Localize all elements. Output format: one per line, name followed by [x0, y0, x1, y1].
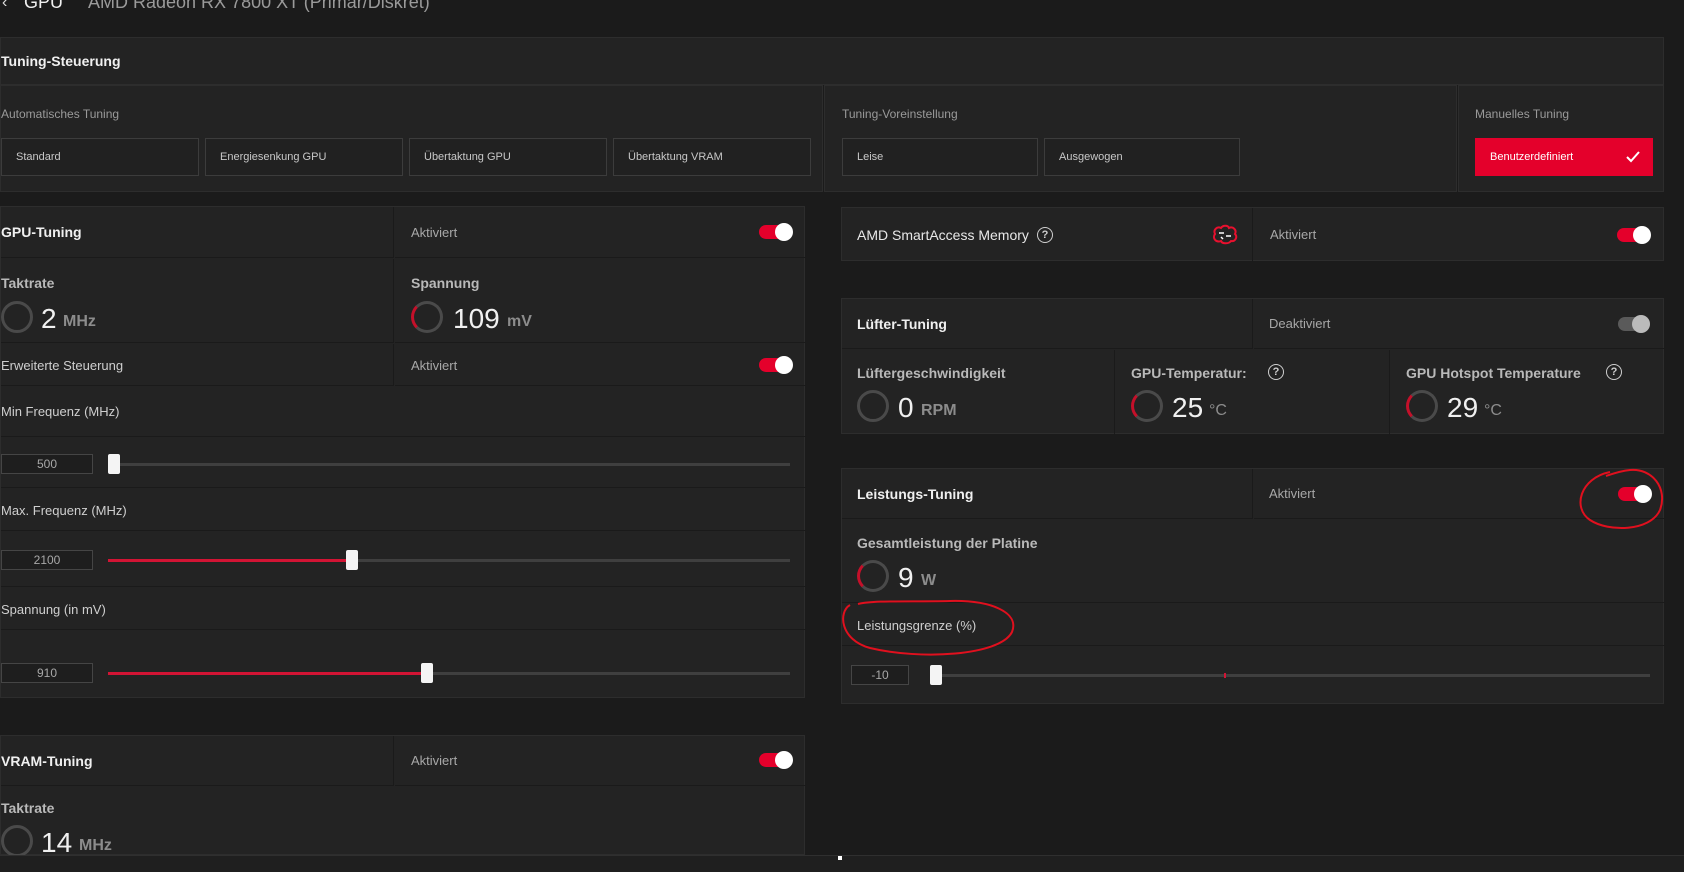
annotation-overlay	[842, 468, 1663, 656]
annotation-circle-toggle	[1579, 468, 1663, 529]
annotation-circle-limit	[842, 599, 1015, 656]
cursor-dot	[838, 856, 842, 860]
bottom-bar	[0, 855, 1684, 872]
